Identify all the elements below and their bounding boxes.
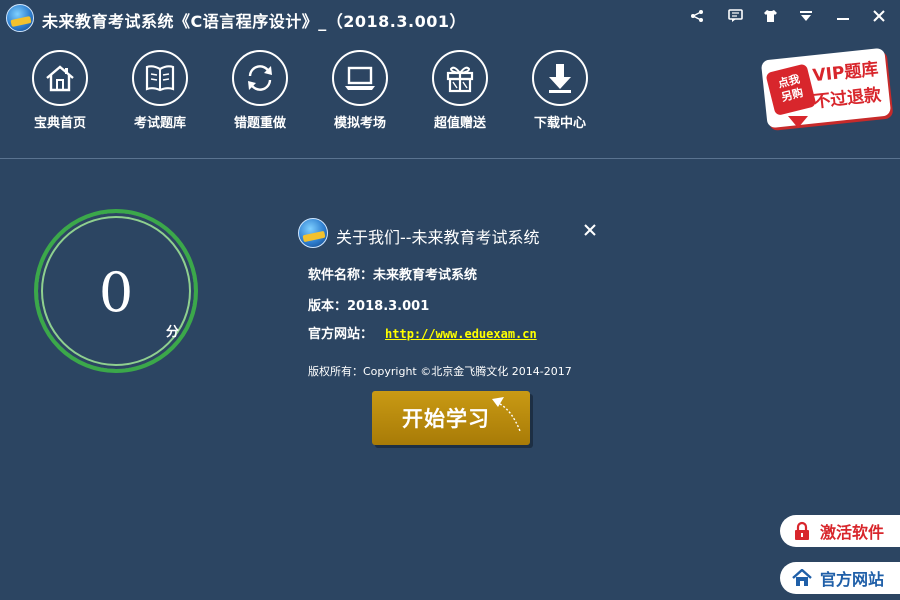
toolbar-item-label: 下载中心 <box>533 116 586 131</box>
share-icon[interactable] <box>686 6 708 26</box>
score-unit: 分 <box>166 325 180 340</box>
window-title: 未来教育考试系统《C语言程序设计》_（2018.3.001） <box>42 12 466 31</box>
vip-card: 点我 另购 VIP题库 不过退款 <box>760 47 892 129</box>
vip-badge-tail <box>788 116 808 128</box>
activate-software-button[interactable]: 激活软件 <box>780 515 900 547</box>
vip-question-bank-badge[interactable]: 点我 另购 VIP题库 不过退款 <box>758 46 892 134</box>
version-value: 2018.3.001 <box>347 299 430 314</box>
toolbar-item-home[interactable]: 宝典首页 <box>20 50 100 134</box>
book-icon <box>132 50 188 106</box>
version-label: 版本： <box>308 299 348 314</box>
toolbar-item-gift[interactable]: 超值赠送 <box>420 50 500 134</box>
website-link[interactable]: http://www.eduexam.cn <box>385 327 537 341</box>
gift-icon <box>432 50 488 106</box>
toolbar-item-question-bank[interactable]: 考试题库 <box>120 50 200 134</box>
home-icon <box>32 50 88 106</box>
header-divider <box>0 158 900 159</box>
about-close-icon[interactable] <box>580 220 600 240</box>
dropdown-icon[interactable] <box>795 6 817 26</box>
software-name-value: 未来教育考试系统 <box>373 268 478 283</box>
about-app-logo <box>298 218 328 248</box>
website-row: 官方网站： http://www.eduexam.cn <box>308 323 537 342</box>
software-name-label: 软件名称： <box>308 268 374 283</box>
toolbar-item-redo-wrong[interactable]: 错题重做 <box>220 50 300 134</box>
toolbar-item-label: 超值赠送 <box>433 116 486 131</box>
software-name-row: 软件名称：未来教育考试系统 <box>308 264 477 283</box>
refresh-icon <box>232 50 288 106</box>
toolbar-item-label: 模拟考场 <box>333 116 386 131</box>
toolbar-item-label: 错题重做 <box>233 116 286 131</box>
toolbar-item-label: 宝典首页 <box>33 116 86 131</box>
about-title: 关于我们--未来教育考试系统 <box>336 228 540 247</box>
version-row: 版本：2018.3.001 <box>308 295 429 314</box>
toolbar-item-download[interactable]: 下载中心 <box>520 50 600 134</box>
title-bar: 未来教育考试系统《C语言程序设计》_（2018.3.001） <box>0 0 900 34</box>
start-learning-label: 开始学习 <box>402 407 490 431</box>
score-value: 0 <box>98 261 134 324</box>
close-icon[interactable] <box>868 6 890 26</box>
toolbar-item-label: 考试题库 <box>133 116 186 131</box>
home-icon <box>792 568 812 588</box>
activate-software-label: 激活软件 <box>820 523 885 542</box>
official-website-label: 官方网站 <box>820 570 885 589</box>
toolbar-item-mock-exam[interactable]: 模拟考场 <box>320 50 400 134</box>
app-logo <box>6 4 34 32</box>
vip-buy-pill: 点我 另购 <box>765 63 817 117</box>
message-icon[interactable] <box>724 6 746 26</box>
copyright-text: 版权所有：Copyright ©北京金飞腾文化 2014-2017 <box>308 365 572 378</box>
start-learning-button[interactable]: 开始学习 <box>372 391 530 445</box>
main-toolbar: 宝典首页 考试题库 错题重做 模拟考场 超值赠送 下载中心 <box>0 50 740 134</box>
official-website-button[interactable]: 官方网站 <box>780 562 900 594</box>
lock-icon <box>792 521 812 541</box>
website-label: 官方网站： <box>308 327 374 342</box>
laptop-icon <box>332 50 388 106</box>
shirt-icon[interactable] <box>759 6 781 26</box>
download-icon <box>532 50 588 106</box>
score-ring: 0 分 <box>34 209 198 373</box>
paper-plane-icon <box>492 397 521 432</box>
minimize-icon[interactable] <box>832 6 854 26</box>
